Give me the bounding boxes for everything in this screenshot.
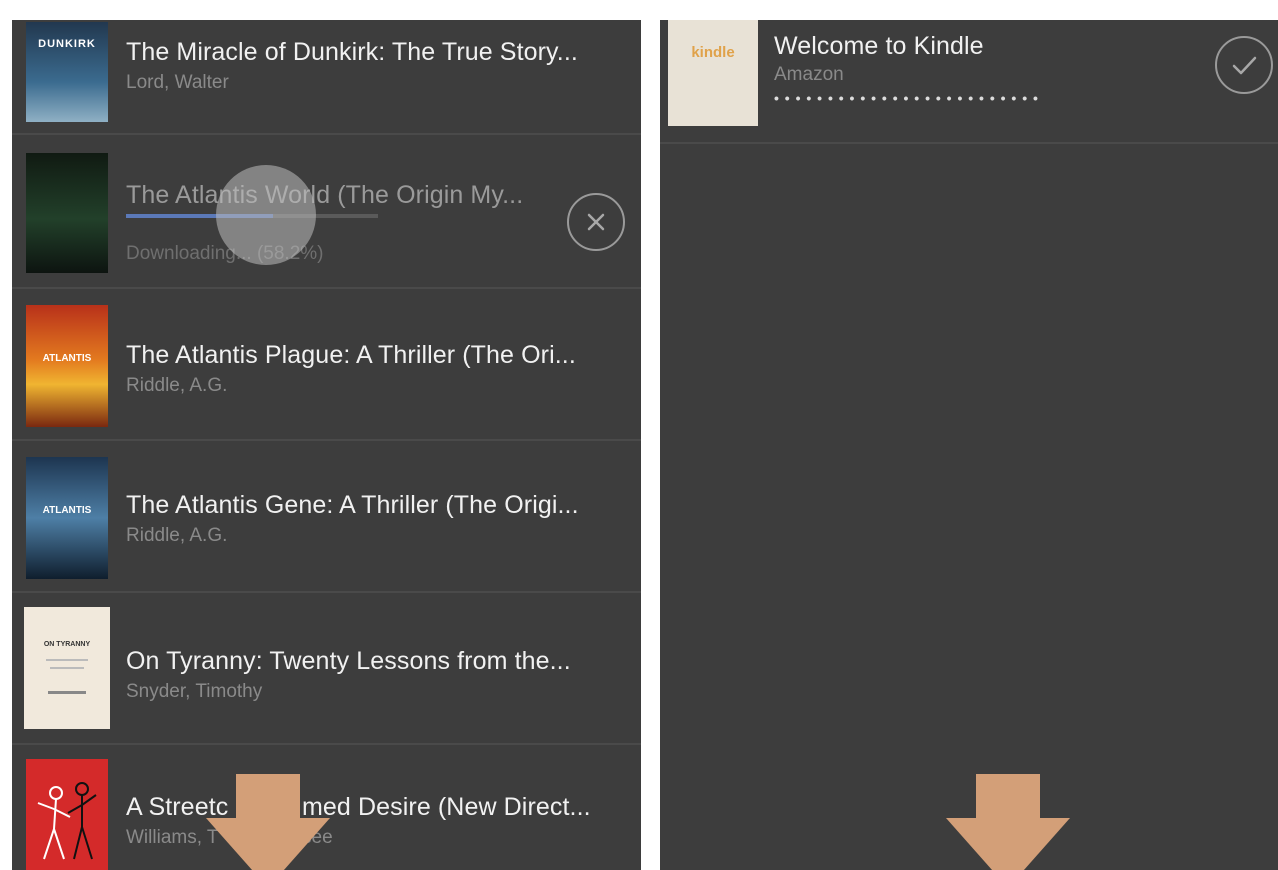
cancel-download-button[interactable] — [567, 193, 625, 251]
book-title: On Tyranny: Twenty Lessons from the... — [126, 647, 571, 675]
book-cover-atlantis-gene: ATLANTIS — [26, 457, 108, 579]
reading-progress-dots: • • • • • • • • • • • • • • • • • • • • … — [774, 90, 1039, 106]
book-cover-atlantis-plague: ATLANTIS — [26, 305, 108, 427]
book-row[interactable]: DUNKIRK The Miracle of Dunkirk: The True… — [12, 20, 641, 150]
book-title: The Atlantis World (The Origin My... — [126, 181, 524, 209]
book-cover-on-tyranny: ON TYRANNY — [24, 607, 110, 729]
book-cover-streetcar — [26, 759, 108, 870]
book-cover-atlantis-world — [26, 153, 108, 273]
book-title-tail: med Desire (New Direct... — [302, 793, 591, 821]
book-cover-dunkirk: DUNKIRK — [26, 22, 108, 122]
row-divider — [660, 142, 1278, 144]
book-title: The Atlantis Plague: A Thriller (The Ori… — [126, 341, 576, 369]
book-title: Welcome to Kindle — [774, 32, 984, 60]
book-author: Williams, T — [126, 827, 219, 848]
book-row[interactable]: ATLANTIS The Atlantis Gene: A Thriller (… — [12, 441, 641, 591]
book-author: Snyder, Timothy — [126, 681, 263, 702]
device-list-panel: kindle Welcome to Kindle Amazon • • • • … — [660, 20, 1278, 870]
book-author: Riddle, A.G. — [126, 525, 228, 546]
dancer-illustration — [37, 782, 97, 860]
book-row[interactable]: ON TYRANNY On Tyranny: Twenty Lessons fr… — [12, 593, 641, 743]
downloaded-status-button[interactable] — [1215, 36, 1273, 94]
book-author: Amazon — [774, 64, 844, 85]
book-cover-welcome-kindle: kindle — [668, 20, 758, 126]
touch-indicator — [216, 165, 316, 265]
library-list-panel: DUNKIRK The Miracle of Dunkirk: The True… — [12, 20, 641, 870]
check-icon — [1232, 56, 1257, 75]
book-row-downloading[interactable]: The Atlantis World (The Origin My... Dow… — [12, 135, 641, 285]
book-row[interactable]: ATLANTIS The Atlantis Plague: A Thriller… — [12, 289, 641, 439]
book-author: Lord, Walter — [126, 72, 229, 93]
book-author: Riddle, A.G. — [126, 375, 228, 396]
book-title: The Miracle of Dunkirk: The True Story..… — [126, 38, 578, 66]
book-row[interactable]: kindle Welcome to Kindle Amazon • • • • … — [660, 20, 1278, 150]
book-title: The Atlantis Gene: A Thriller (The Origi… — [126, 491, 579, 519]
close-icon — [587, 213, 605, 231]
